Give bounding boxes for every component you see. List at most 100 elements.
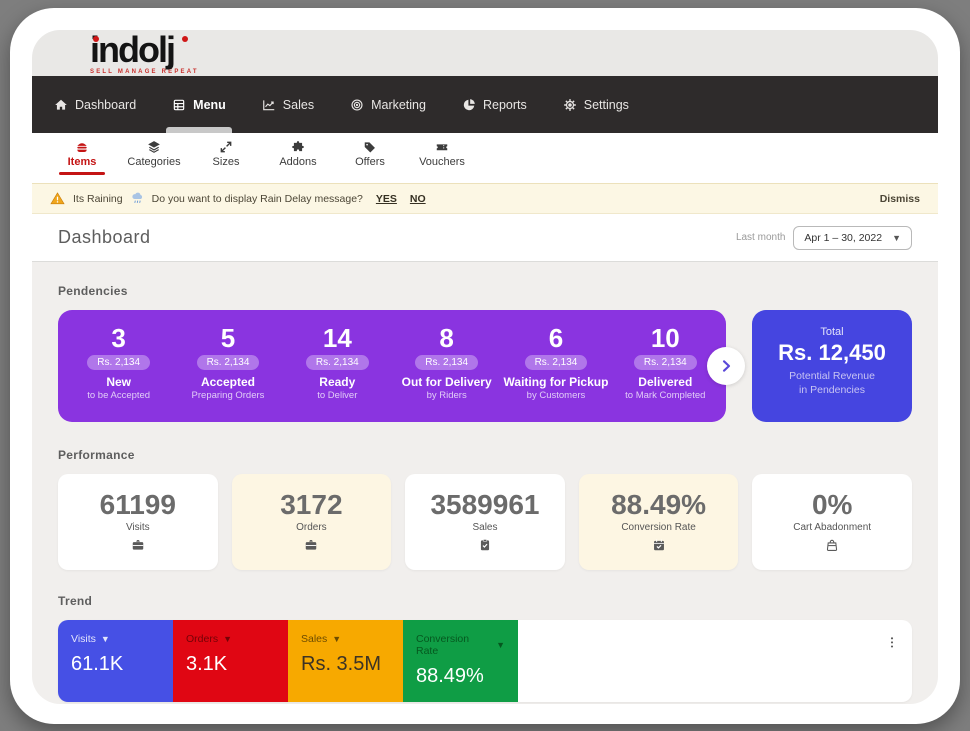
perf-card-sales[interactable]: 3589961 Sales: [405, 474, 565, 570]
target-icon: [350, 98, 364, 112]
tab-active-underline: [59, 172, 105, 175]
nav-item-sales[interactable]: Sales: [262, 98, 314, 112]
trend-tile-sales[interactable]: Sales▼ Rs. 3.5M: [288, 620, 403, 702]
tab-vouchers[interactable]: Vouchers: [406, 140, 478, 168]
pendency-amount-badge: Rs. 2,134: [87, 355, 150, 370]
nav-label: Settings: [584, 98, 629, 112]
perf-card-visits[interactable]: 61199 Visits: [58, 474, 218, 570]
resize-icon: [219, 140, 233, 154]
banner-text-after: Do you want to display Rain Delay messag…: [152, 193, 363, 205]
perf-label: Visits: [58, 522, 218, 533]
pendency-count: 3: [64, 324, 173, 352]
calendar-check-icon: [652, 538, 666, 552]
tab-label: Categories: [118, 156, 190, 168]
nav-item-marketing[interactable]: Marketing: [350, 98, 426, 112]
pendency-label: New: [64, 375, 173, 389]
pie-chart-icon: [462, 98, 476, 112]
date-range-select[interactable]: Apr 1 – 30, 2022 ▼: [793, 226, 912, 250]
chevron-down-icon[interactable]: ▼: [101, 634, 110, 644]
pendency-sublabel: by Riders: [392, 390, 501, 401]
pendency-count: 8: [392, 324, 501, 352]
chevron-down-icon[interactable]: ▼: [223, 634, 232, 644]
bag-icon: [825, 538, 839, 552]
tab-label: Vouchers: [406, 156, 478, 168]
pendency-amount-badge: Rs. 2,134: [306, 355, 369, 370]
briefcase-icon: [131, 538, 145, 552]
nav-item-menu[interactable]: Menu: [172, 98, 226, 112]
trend-tile-value: Rs. 3.5M: [301, 653, 390, 676]
pendency-out-for-delivery[interactable]: 8 Rs. 2,134 Out for Delivery by Riders: [392, 324, 501, 412]
trend-tile-label: Orders: [186, 633, 218, 645]
pendency-sublabel: Preparing Orders: [173, 390, 282, 401]
pendency-ready[interactable]: 14 Rs. 2,134 Ready to Deliver: [283, 324, 392, 412]
trend-tile-visits[interactable]: Visits▼ 61.1K: [58, 620, 173, 702]
trend-tile-value: 88.49%: [416, 665, 505, 688]
pendencies-total-card: Total Rs. 12,450 Potential Revenue in Pe…: [752, 310, 912, 422]
chevron-down-icon[interactable]: ▼: [496, 640, 505, 650]
pendency-delivered[interactable]: 10 Rs. 2,134 Delivered to Mark Completed: [611, 324, 720, 412]
tab-categories[interactable]: Categories: [118, 140, 190, 168]
tab-offers[interactable]: Offers: [334, 140, 406, 168]
perf-value: 3589961: [405, 490, 565, 520]
trend-menu-button[interactable]: [872, 620, 912, 702]
banner-no-link[interactable]: NO: [410, 193, 426, 205]
tab-sizes[interactable]: Sizes: [190, 140, 262, 168]
ticket-icon: [435, 140, 449, 154]
chart-line-icon: [262, 98, 276, 112]
tab-items[interactable]: Items: [46, 140, 118, 175]
trend-tile-value: 3.1K: [186, 653, 275, 676]
trend-tile-orders[interactable]: Orders ▼ 3.1K: [173, 620, 288, 702]
pendency-label: Delivered: [611, 375, 720, 389]
gear-icon: [563, 98, 577, 112]
total-value: Rs. 12,450: [752, 340, 912, 366]
pendency-count: 14: [283, 324, 392, 352]
indolj-logo: indolj SELL MANAGE REPEAT: [90, 32, 200, 75]
nav-label: Marketing: [371, 98, 426, 112]
banner-yes-link[interactable]: YES: [376, 193, 397, 205]
pendencies-heading: Pendencies: [58, 284, 912, 298]
trend-tile-conversion-rate[interactable]: Conversion Rate ▼ 88.49%: [403, 620, 518, 702]
briefcase-icon: [304, 538, 318, 552]
date-range-label: Last month: [736, 232, 785, 243]
pendency-count: 5: [173, 324, 282, 352]
menu-grid-icon: [172, 98, 186, 112]
chevron-down-icon[interactable]: ▼: [332, 634, 341, 644]
pendency-accepted[interactable]: 5 Rs. 2,134 Accepted Preparing Orders: [173, 324, 282, 412]
tab-label: Offers: [334, 156, 406, 168]
nav-item-settings[interactable]: Settings: [563, 98, 629, 112]
perf-card-conversion-rate[interactable]: 88.49% Conversion Rate: [579, 474, 739, 570]
performance-row: 61199 Visits 3172 Orders 3589961 Sales 8…: [58, 474, 912, 570]
nav-item-dashboard[interactable]: Dashboard: [54, 98, 136, 112]
perf-card-orders[interactable]: 3172 Orders: [232, 474, 392, 570]
pendencies-next-button[interactable]: [707, 347, 745, 385]
perf-value: 61199: [58, 490, 218, 520]
nav-label: Reports: [483, 98, 527, 112]
pendency-waiting-pickup[interactable]: 6 Rs. 2,134 Waiting for Pickup by Custom…: [501, 324, 610, 412]
tab-addons[interactable]: Addons: [262, 140, 334, 168]
pendency-label: Accepted: [173, 375, 282, 389]
perf-label: Conversion Rate: [579, 522, 739, 533]
nav-item-reports[interactable]: Reports: [462, 98, 527, 112]
pendency-label: Waiting for Pickup: [501, 375, 610, 389]
pendency-new[interactable]: 3 Rs. 2,134 New to be Accepted: [64, 324, 173, 412]
rain-delay-banner: Its Raining Do you want to display Rain …: [32, 183, 938, 214]
trend-card: Visits▼ 61.1K Orders ▼ 3.1K Sales▼ Rs. 3.…: [58, 620, 912, 702]
nav-label: Dashboard: [75, 98, 136, 112]
banner-dismiss-link[interactable]: Dismiss: [880, 193, 920, 205]
perf-card-cart-abandonment[interactable]: 0% Cart Abadonment: [752, 474, 912, 570]
pendency-label: Ready: [283, 375, 392, 389]
banner-text-before: Its Raining: [73, 193, 123, 205]
trend-tile-value: 61.1K: [71, 653, 160, 676]
pendency-sublabel: by Customers: [501, 390, 610, 401]
pendency-amount-badge: Rs. 2,134: [634, 355, 697, 370]
logo-dot-i: [93, 36, 99, 42]
page-header: Dashboard Last month Apr 1 – 30, 2022 ▼: [32, 214, 938, 261]
menu-subnav: Items Categories Sizes Addons Offers: [32, 133, 938, 183]
trend-tile-label: Conversion Rate: [416, 633, 491, 657]
pendency-sublabel: to Mark Completed: [611, 390, 720, 401]
puzzle-icon: [291, 140, 305, 154]
total-sub-line2: in Pendencies: [752, 383, 912, 397]
pendency-sublabel: to Deliver: [283, 390, 392, 401]
clipboard-check-icon: [478, 538, 492, 552]
page-title: Dashboard: [58, 227, 151, 248]
